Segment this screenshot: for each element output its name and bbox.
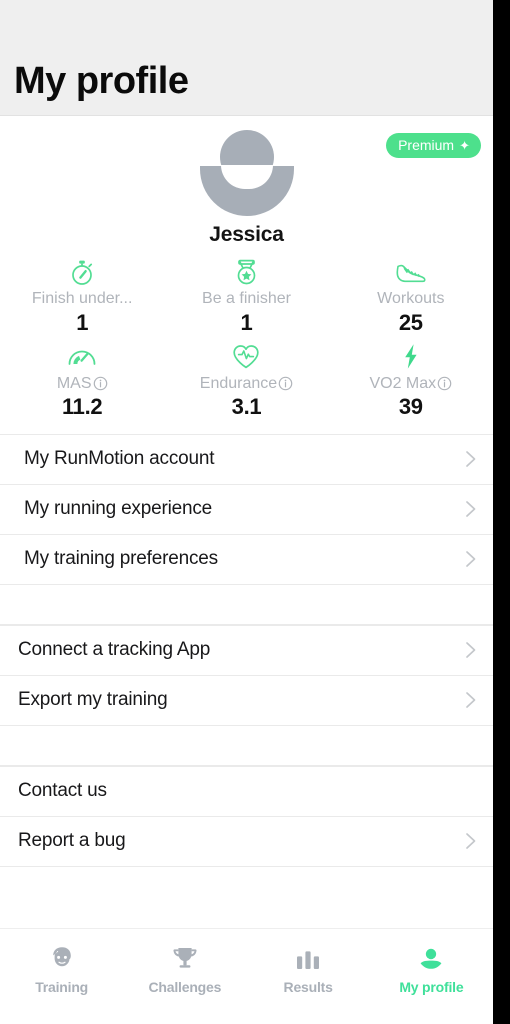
stat-value: 25 bbox=[398, 309, 423, 335]
menu-item-contact-us[interactable]: Contact us bbox=[0, 766, 493, 817]
stat-finish-under[interactable]: Finish under... 1 bbox=[0, 257, 164, 335]
bar-chart-icon bbox=[294, 943, 322, 973]
stat-label: MAS bbox=[57, 375, 108, 393]
stat-endurance[interactable]: Endurance 3.1 bbox=[164, 342, 328, 420]
chevron-right-icon bbox=[465, 449, 477, 469]
info-icon[interactable] bbox=[93, 376, 108, 391]
menu-item-label: Connect a tracking App bbox=[18, 639, 211, 661]
stat-label: Be a finisher bbox=[202, 290, 291, 308]
menu-group-separator bbox=[0, 725, 493, 766]
menu-item-export-my-training[interactable]: Export my training bbox=[0, 675, 493, 726]
profile-scroll-area[interactable]: Premium ✦ Jessica Finish under... 1 Be a… bbox=[0, 116, 493, 928]
menu-item-label: Export my training bbox=[18, 689, 168, 711]
stats-grid: Finish under... 1 Be a finisher 1 Workou… bbox=[0, 257, 493, 420]
tab-label: Challenges bbox=[148, 979, 222, 995]
stat-label-text: Finish under... bbox=[31, 290, 133, 307]
premium-badge-label: Premium bbox=[398, 137, 455, 153]
avatar-body bbox=[199, 166, 294, 216]
stat-label: Workouts bbox=[377, 290, 444, 308]
tab-label: Training bbox=[35, 979, 89, 995]
stopwatch-icon bbox=[69, 257, 95, 287]
menu-item-label: My RunMotion account bbox=[24, 448, 215, 470]
speedometer-icon bbox=[67, 342, 97, 372]
menu-item-label: My running experience bbox=[24, 498, 213, 520]
menu-item-label: My training preferences bbox=[24, 548, 218, 570]
person-icon bbox=[418, 943, 444, 973]
menu-group-account: My RunMotion account My running experien… bbox=[0, 433, 493, 585]
menu-item-label: Contact us bbox=[18, 780, 107, 802]
app-frame: My profile Premium ✦ Jessica Finish unde… bbox=[0, 0, 493, 1024]
menu-item-my-runmotion-account[interactable]: My RunMotion account bbox=[0, 434, 493, 485]
chevron-right-icon bbox=[465, 831, 477, 851]
stat-label: VO2 Max bbox=[369, 375, 452, 393]
stat-label-text: Workouts bbox=[377, 290, 445, 307]
stat-label: Finish under... bbox=[32, 290, 133, 308]
tab-challenges[interactable]: Challenges bbox=[123, 943, 246, 995]
stat-label-text: Endurance bbox=[199, 374, 278, 392]
stat-value: 39 bbox=[398, 394, 423, 420]
person-avatar-icon[interactable] bbox=[199, 130, 295, 216]
tab-results[interactable]: Results bbox=[247, 943, 370, 995]
bottom-tab-bar: Training Challenges Results My profile bbox=[0, 928, 493, 1024]
heart-pulse-icon bbox=[232, 342, 260, 372]
sparkle-icon: ✦ bbox=[459, 137, 470, 153]
menu-group-separator bbox=[0, 584, 493, 625]
chevron-right-icon bbox=[465, 549, 477, 569]
stat-mas[interactable]: MAS 11.2 bbox=[0, 342, 164, 420]
tab-my-profile[interactable]: My profile bbox=[370, 943, 493, 995]
chevron-right-icon bbox=[465, 690, 477, 710]
info-icon[interactable] bbox=[437, 376, 452, 391]
stat-value: 3.1 bbox=[231, 394, 262, 420]
stat-label-text: MAS bbox=[56, 374, 92, 392]
menu-item-label: Report a bug bbox=[18, 830, 126, 852]
stats-row-metrics: MAS 11.2 Endurance 3.1 VO2 Max 39 bbox=[0, 342, 493, 420]
tab-label: Results bbox=[283, 979, 333, 995]
tab-training[interactable]: Training bbox=[0, 943, 123, 995]
lightning-bolt-icon bbox=[402, 342, 420, 372]
menu-item-my-training-preferences[interactable]: My training preferences bbox=[0, 534, 493, 585]
menu-tail-spacer bbox=[0, 866, 493, 894]
stat-label-text: Be a finisher bbox=[202, 290, 291, 307]
menu-item-connect-a-tracking-app[interactable]: Connect a tracking App bbox=[0, 625, 493, 676]
page-header: My profile bbox=[0, 0, 493, 116]
premium-badge[interactable]: Premium ✦ bbox=[386, 133, 481, 158]
page-title: My profile bbox=[14, 60, 189, 102]
tab-label: My profile bbox=[399, 979, 464, 995]
stat-value: 1 bbox=[76, 309, 89, 335]
screen-root: My profile Premium ✦ Jessica Finish unde… bbox=[0, 0, 510, 1024]
settings-menu: My RunMotion account My running experien… bbox=[0, 433, 493, 894]
running-shoe-icon bbox=[395, 257, 427, 287]
profile-name: Jessica bbox=[209, 223, 284, 246]
menu-group-support: Contact us Report a bug bbox=[0, 765, 493, 867]
menu-group-integrations: Connect a tracking App Export my trainin… bbox=[0, 624, 493, 726]
info-icon[interactable] bbox=[278, 376, 293, 391]
stat-be-a-finisher[interactable]: Be a finisher 1 bbox=[164, 257, 328, 335]
menu-item-report-a-bug[interactable]: Report a bug bbox=[0, 816, 493, 867]
coach-face-icon bbox=[48, 943, 76, 973]
chevron-right-icon bbox=[465, 499, 477, 519]
stat-value: 11.2 bbox=[61, 394, 103, 420]
menu-item-my-running-experience[interactable]: My running experience bbox=[0, 484, 493, 535]
stat-workouts[interactable]: Workouts 25 bbox=[329, 257, 493, 335]
stat-label-text: VO2 Max bbox=[369, 374, 437, 392]
medal-icon bbox=[233, 257, 260, 287]
stats-row-achievements: Finish under... 1 Be a finisher 1 Workou… bbox=[0, 257, 493, 335]
chevron-right-icon bbox=[465, 640, 477, 660]
trophy-icon bbox=[170, 943, 200, 973]
stat-vo2-max[interactable]: VO2 Max 39 bbox=[329, 342, 493, 420]
stat-label: Endurance bbox=[200, 375, 293, 393]
stat-value: 1 bbox=[240, 309, 253, 335]
